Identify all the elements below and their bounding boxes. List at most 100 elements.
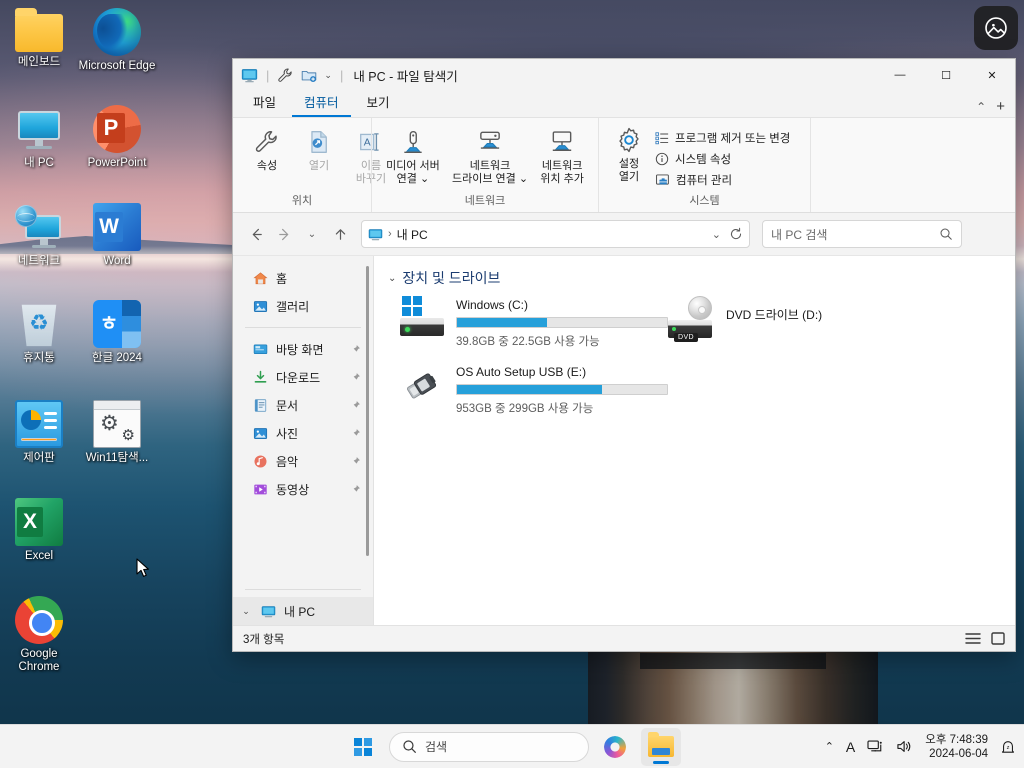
search-icon[interactable] <box>939 227 953 241</box>
taskbar-file-explorer-button[interactable] <box>641 727 681 766</box>
maximize-button[interactable]: ☐ <box>923 59 969 91</box>
navigation-bar[interactable]: ⌄ › 내 PC ⌄ 내 PC 검색 <box>233 213 1015 255</box>
pin-icon[interactable] <box>350 400 361 411</box>
file-list-pane[interactable]: ⌄ 장치 및 드라이브 Windows (C:) 39.8GB 중 22.5GB… <box>374 256 1015 625</box>
wrench-icon[interactable] <box>277 67 294 84</box>
up-button[interactable] <box>327 221 353 247</box>
settings-gear-icon <box>615 124 643 156</box>
network-tray-icon[interactable] <box>867 739 884 754</box>
desktop-icon-hangul[interactable]: 한글 2024 <box>78 300 156 365</box>
pin-icon[interactable] <box>350 372 361 383</box>
group-header-devices-and-drives[interactable]: ⌄ 장치 및 드라이브 <box>388 268 1015 288</box>
sidebar-item-music[interactable]: 음악 <box>233 447 373 475</box>
start-button[interactable] <box>343 728 383 766</box>
desktop-icon-this-pc[interactable]: 내 PC <box>0 105 78 170</box>
ribbon[interactable]: 속성 열기 A 이름 바꾸기 위치 미디어 서버 연결 ⌄ 네트워크 드라이브 … <box>233 117 1015 213</box>
desktop-icon-control-panel[interactable]: 제어판 <box>0 400 78 465</box>
pin-icon[interactable] <box>350 456 361 467</box>
navigation-pane[interactable]: 홈 갤러리 바탕 화면 다운로드 문서 사진 음악 동영상 ⌄ 내 PC <box>233 256 373 625</box>
tab-file[interactable]: 파일 <box>241 90 288 117</box>
photo-widget-icon[interactable] <box>974 6 1018 50</box>
desktop-icon-network[interactable]: 네트워크 <box>0 203 78 268</box>
system-properties[interactable]: 시스템 속성 <box>655 151 790 167</box>
sidebar-item-documents[interactable]: 문서 <box>233 391 373 419</box>
sidebar-item-downloads[interactable]: 다운로드 <box>233 363 373 391</box>
file-explorer-window[interactable]: | ⌄ | 내 PC - 파일 탐색기 — ☐ ✕ 파일 컴퓨터 보기 ⌃ + … <box>232 58 1016 652</box>
this-pc-icon[interactable] <box>241 67 258 84</box>
ribbon-button-open[interactable]: 열기 <box>293 124 345 175</box>
desktop-icon-mainboard[interactable]: 메인보드 <box>0 8 78 69</box>
forward-button[interactable] <box>271 221 297 247</box>
notification-bell-icon[interactable]: z <box>1000 739 1016 755</box>
desktop-icon-edge[interactable]: Microsoft Edge <box>78 8 156 73</box>
back-button[interactable] <box>243 221 269 247</box>
copilot-button[interactable] <box>595 728 635 766</box>
sidebar-item-desktop[interactable]: 바탕 화면 <box>233 335 373 363</box>
system-tray[interactable]: ⌃ A 오후 7:48:39 2024-06-04 z <box>825 733 1016 761</box>
ime-indicator[interactable]: A <box>846 739 855 755</box>
pin-icon[interactable] <box>350 344 361 355</box>
desktop[interactable]: 메인보드 Microsoft Edge 내 PC PowerPoint 네트워크… <box>0 0 1024 768</box>
system-command-list[interactable]: 프로그램 제거 또는 변경 시스템 속성 컴퓨터 관리 <box>651 122 796 188</box>
drive-item-windows-c[interactable]: Windows (C:) 39.8GB 중 22.5GB 사용 가능 <box>398 296 668 349</box>
sidebar-item-gallery[interactable]: 갤러리 <box>233 292 373 320</box>
desktop-icon-label: 메인보드 <box>17 56 61 68</box>
ribbon-button-media-server[interactable]: 미디어 서버 연결 ⌄ <box>380 124 446 188</box>
drive-item-dvd-d[interactable]: DVD DVD 드라이브 (D:) <box>668 296 888 349</box>
desktop-icon-chrome[interactable]: Google Chrome <box>0 596 78 674</box>
sidebar-scrollbar[interactable] <box>366 266 369 556</box>
drive-item-usb-e[interactable]: OS Auto Setup USB (E:) 953GB 중 299GB 사용 … <box>398 363 668 416</box>
desktop-icon-excel[interactable]: Excel <box>0 498 78 563</box>
collapse-ribbon-icon[interactable]: ⌃ <box>976 100 986 114</box>
sidebar-item-home[interactable]: 홈 <box>233 264 373 292</box>
address-dropdown-icon[interactable]: ⌄ <box>712 228 721 241</box>
tray-overflow-icon[interactable]: ⌃ <box>825 740 834 753</box>
volume-icon[interactable] <box>896 739 913 754</box>
title-bar[interactable]: | ⌄ | 내 PC - 파일 탐색기 — ☐ ✕ <box>233 59 1015 91</box>
details-view-icon[interactable] <box>991 632 1005 645</box>
desktop-icon-powerpoint[interactable]: PowerPoint <box>78 105 156 170</box>
sidebar-item-pictures[interactable]: 사진 <box>233 419 373 447</box>
close-button[interactable]: ✕ <box>969 59 1015 91</box>
desktop-icon-word[interactable]: Word <box>78 203 156 268</box>
sidebar-item-videos[interactable]: 동영상 <box>233 475 373 503</box>
refresh-icon[interactable] <box>729 227 743 241</box>
ribbon-button-open-settings[interactable]: 설정 열기 <box>607 122 651 186</box>
tab-view[interactable]: 보기 <box>355 90 402 117</box>
ribbon-group-network: 미디어 서버 연결 ⌄ 네트워크 드라이브 연결 ⌄ 네트워크 위치 추가 네트… <box>371 118 598 212</box>
ribbon-controls[interactable]: ⌃ + <box>976 98 1015 117</box>
ribbon-button-add-network-location[interactable]: 네트워크 위치 추가 <box>534 124 590 188</box>
search-input[interactable]: 내 PC 검색 <box>762 220 962 248</box>
breadcrumb-this-pc[interactable]: 내 PC <box>397 226 428 243</box>
pin-icon[interactable] <box>350 428 361 439</box>
chevron-down-icon[interactable]: ⌄ <box>239 606 253 617</box>
system-uninstall-program[interactable]: 프로그램 제거 또는 변경 <box>655 130 790 146</box>
window-controls[interactable]: — ☐ ✕ <box>877 59 1015 91</box>
tab-computer[interactable]: 컴퓨터 <box>292 90 351 117</box>
chevron-down-icon[interactable]: ⌄ <box>388 273 396 284</box>
computer-management[interactable]: 컴퓨터 관리 <box>655 172 790 188</box>
desktop-icon-win11-explorer[interactable]: ⚙ Win11탐색... <box>78 400 156 465</box>
ribbon-button-map-network-drive[interactable]: 네트워크 드라이브 연결 ⌄ <box>446 124 534 188</box>
list-view-icon[interactable] <box>965 632 981 645</box>
drive-free-space: 39.8GB 중 22.5GB 사용 가능 <box>456 336 600 348</box>
videos-icon <box>253 482 268 497</box>
add-tab-icon[interactable]: + <box>996 98 1005 115</box>
ribbon-button-label: 속성 <box>256 160 278 172</box>
system-command-label: 시스템 속성 <box>675 154 732 166</box>
ribbon-tab-row[interactable]: 파일 컴퓨터 보기 ⌃ + <box>233 91 1015 117</box>
taskbar[interactable]: 검색 ⌃ A 오후 7:48:39 2024-06-04 z <box>0 724 1024 768</box>
taskbar-search-box[interactable]: 검색 <box>389 731 589 762</box>
clock[interactable]: 오후 7:48:39 2024-06-04 <box>925 733 988 761</box>
quick-access-toolbar[interactable]: | ⌄ | <box>241 67 345 84</box>
pin-icon[interactable] <box>350 484 361 495</box>
chevron-down-icon[interactable]: ⌄ <box>324 70 332 81</box>
taskbar-center-group[interactable]: 검색 <box>343 727 681 766</box>
new-folder-icon[interactable] <box>300 67 318 84</box>
ribbon-button-properties[interactable]: 속성 <box>241 124 293 175</box>
minimize-button[interactable]: — <box>877 59 923 91</box>
recent-locations-button[interactable]: ⌄ <box>299 221 325 247</box>
address-bar[interactable]: › 내 PC ⌄ <box>361 220 750 248</box>
sidebar-item-this-pc[interactable]: ⌄ 내 PC <box>233 597 373 625</box>
desktop-icon-recycle-bin[interactable]: 휴지통 <box>0 300 78 365</box>
